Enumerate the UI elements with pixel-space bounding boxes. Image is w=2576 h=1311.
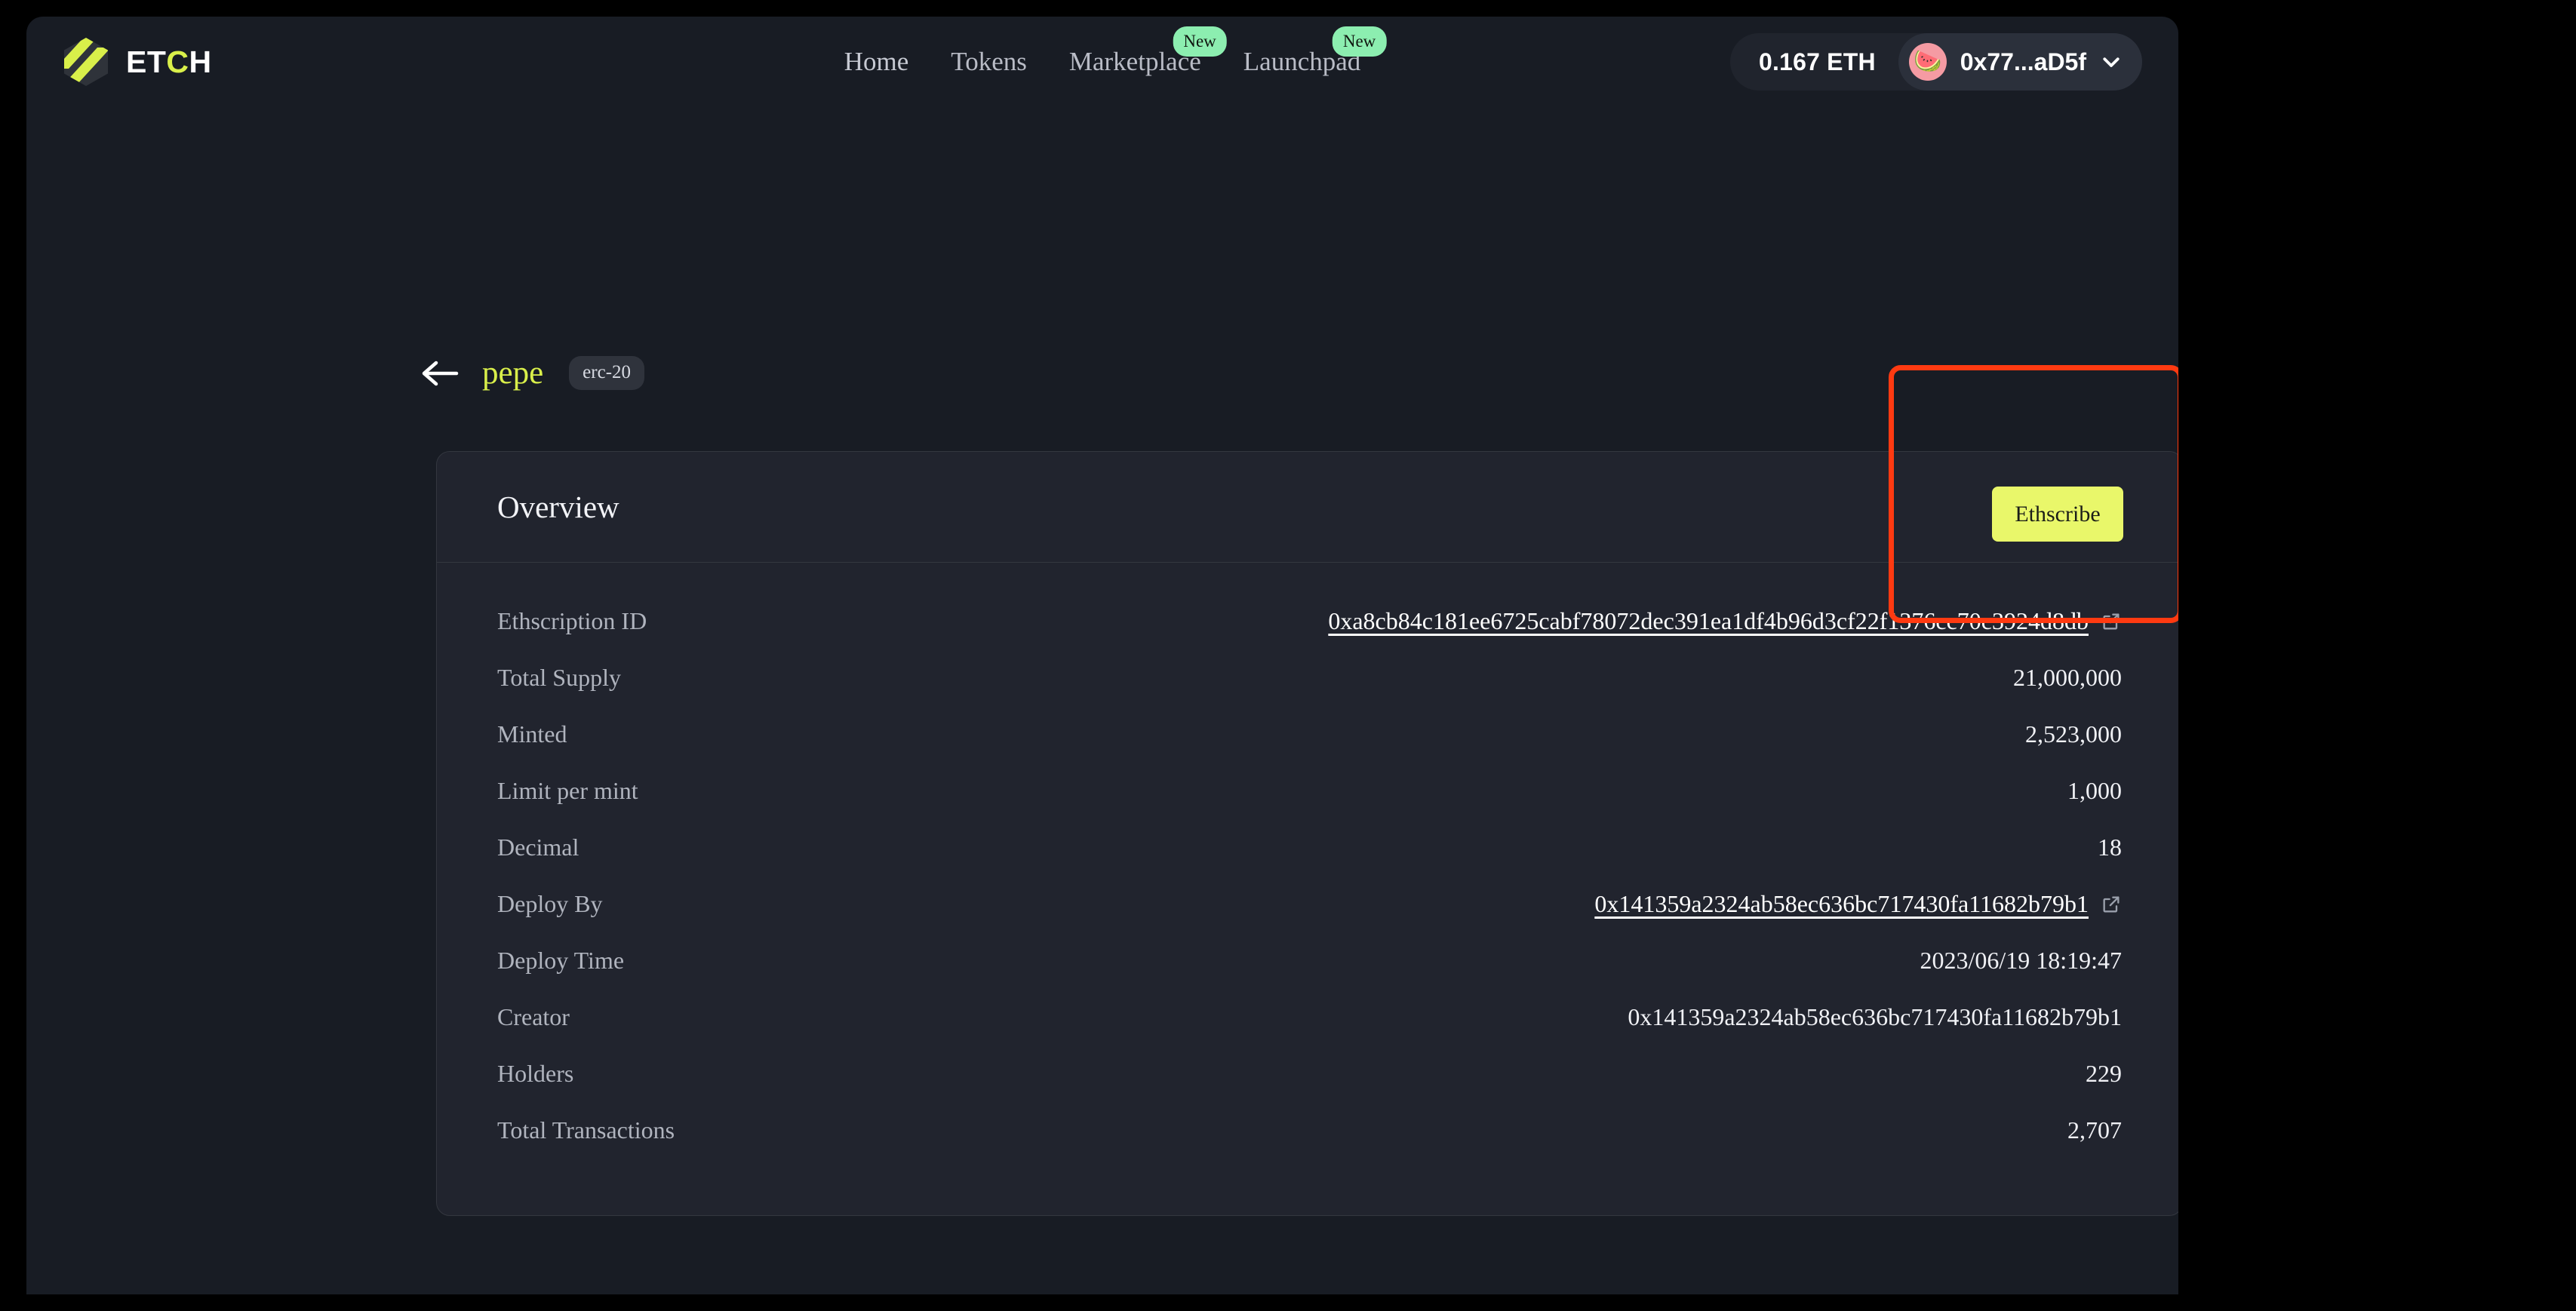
nav-label-home: Home <box>844 47 909 76</box>
overview-row-value: 229 <box>2086 1060 2122 1088</box>
brand-name-prefix: ET <box>126 44 167 79</box>
overview-row-value-text: 21,000,000 <box>2013 664 2122 691</box>
brand-logo[interactable]: ETCH <box>63 37 212 87</box>
overview-row-value: 2023/06/19 18:19:47 <box>1920 947 2122 975</box>
overview-row-value-text: 2023/06/19 18:19:47 <box>1920 947 2122 974</box>
chevron-down-icon <box>2103 57 2120 67</box>
overview-row-label: Deploy Time <box>497 947 625 974</box>
nav-item-tokens[interactable]: Tokens <box>951 46 1027 78</box>
page-title-row: pepe erc-20 <box>420 355 645 391</box>
overview-row-value-text: 0xa8cb84c181ee6725cabf78072dec391ea1df4b… <box>1328 607 2089 634</box>
wallet-bar: 0.167 ETH 🍉 0x77...aD5f <box>1730 33 2142 91</box>
brand-name-accent: C <box>166 44 189 79</box>
overview-card-header: Overview <box>437 452 2178 563</box>
overview-row-label: Deploy By <box>497 890 603 917</box>
overview-row: Holders 229 <box>497 1045 2122 1102</box>
overview-row-value-text: 2,523,000 <box>2025 720 2122 748</box>
overview-row-value-text: 0x141359a2324ab58ec636bc717430fa11682b79… <box>1594 890 2089 917</box>
overview-row: Total Transactions 2,707 <box>497 1102 2122 1159</box>
overview-rows: Ethscription ID 0xa8cb84c181ee6725cabf780… <box>437 563 2178 1159</box>
avatar-emoji: 🍉 <box>1914 49 1942 74</box>
overview-row-label: Total Transactions <box>497 1116 675 1144</box>
overview-row-value: 2,707 <box>2067 1116 2122 1144</box>
eth-balance: 0.167 ETH <box>1759 48 1876 75</box>
overview-row-label: Total Supply <box>497 664 621 691</box>
overview-row: Total Supply 21,000,000 <box>497 649 2122 706</box>
overview-row-value-text: 1,000 <box>2067 777 2122 804</box>
overview-title: Overview <box>497 489 619 524</box>
site-header: ETCH Home Tokens Marketplace New Launchp… <box>26 17 2178 107</box>
overview-row-label: Decimal <box>497 834 579 861</box>
overview-row-value: 18 <box>2098 834 2122 861</box>
overview-row-label: Ethscription ID <box>497 607 647 634</box>
overview-row-value: 0x141359a2324ab58ec636bc717430fa11682b79… <box>1628 1003 2122 1031</box>
brand-name-suffix: H <box>189 44 212 79</box>
overview-row: Limit per mint 1,000 <box>497 763 2122 819</box>
overview-row: Creator 0x141359a2324ab58ec636bc717430fa1… <box>497 989 2122 1045</box>
overview-row: Minted 2,523,000 <box>497 706 2122 763</box>
browser-viewport: ETCH Home Tokens Marketplace New Launchp… <box>26 17 2178 1294</box>
overview-row-value-text: 2,707 <box>2067 1116 2122 1144</box>
external-link-icon[interactable] <box>2101 894 2122 915</box>
main-navigation: Home Tokens Marketplace New Launchpad Ne… <box>844 26 1387 78</box>
overview-row-value: 21,000,000 <box>2013 664 2122 692</box>
page-title: pepe <box>482 355 544 391</box>
nav-item-home[interactable]: Home <box>844 46 909 78</box>
overview-row: Ethscription ID 0xa8cb84c181ee6725cabf780… <box>497 593 2122 649</box>
overview-row-value-text: 0x141359a2324ab58ec636bc717430fa11682b79… <box>1628 1003 2122 1030</box>
arrow-left-icon[interactable] <box>420 358 460 388</box>
brand-name: ETCH <box>126 44 212 79</box>
overview-row-value: 1,000 <box>2067 777 2122 805</box>
overview-row-label: Minted <box>497 720 567 748</box>
wallet-account-button[interactable]: 🍉 0x77...aD5f <box>1898 33 2142 91</box>
nav-badge-launchpad: New <box>1332 26 1387 57</box>
overview-row: Deploy By 0x141359a2324ab58ec636bc717430f… <box>497 876 2122 932</box>
nav-label-tokens: Tokens <box>951 47 1027 76</box>
overview-row-value[interactable]: 0x141359a2324ab58ec636bc717430fa11682b79… <box>1594 890 2122 918</box>
overview-row-value[interactable]: 0xa8cb84c181ee6725cabf78072dec391ea1df4b… <box>1328 607 2122 635</box>
wallet-address: 0x77...aD5f <box>1960 48 2086 75</box>
overview-row: Deploy Time 2023/06/19 18:19:47 <box>497 932 2122 989</box>
overview-row-value-text: 229 <box>2086 1060 2122 1087</box>
overview-row: Decimal 18 <box>497 819 2122 876</box>
avatar: 🍉 <box>1908 43 1947 81</box>
nav-item-marketplace[interactable]: Marketplace New <box>1069 26 1227 78</box>
overview-row-value: 2,523,000 <box>2025 720 2122 748</box>
overview-row-value-text: 18 <box>2098 834 2122 861</box>
overview-row-label: Creator <box>497 1003 570 1030</box>
overview-row-label: Holders <box>497 1060 574 1087</box>
nav-item-launchpad[interactable]: Launchpad New <box>1243 26 1387 78</box>
external-link-icon[interactable] <box>2101 611 2122 632</box>
overview-row-label: Limit per mint <box>497 777 638 804</box>
ethscribe-button[interactable]: Ethscribe <box>1992 487 2123 542</box>
overview-card: Overview Ethscription ID 0xa8cb84c181ee67… <box>436 451 2178 1216</box>
etch-hexagon-logo-icon <box>64 38 108 86</box>
token-standard-badge: erc-20 <box>569 356 645 390</box>
nav-badge-marketplace: New <box>1173 26 1227 57</box>
